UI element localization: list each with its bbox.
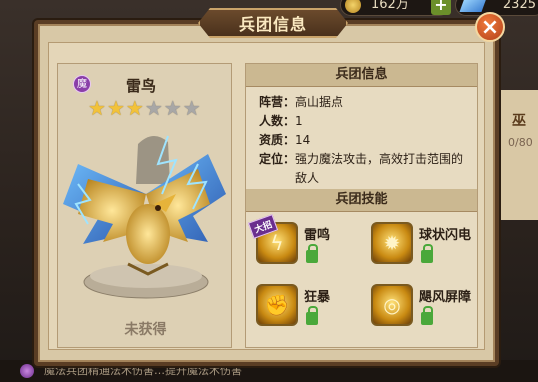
resource-bar: 162万 + 2325 xyxy=(330,0,538,20)
skill-name: 飓风屏障 xyxy=(419,290,472,305)
info-value: 14 xyxy=(295,133,311,147)
skills-section-header: 兵团技能 xyxy=(246,189,477,212)
info-lines: 阵营： 高山据点 人数： 1 资质： 14 定位： 强力魔法攻击，高效打击范围的… xyxy=(259,93,469,188)
ball-lightning-icon: ✹ xyxy=(371,222,413,264)
lock-icon xyxy=(421,244,433,263)
info-key: 阵营： xyxy=(259,95,296,109)
info-value: 高山据点 xyxy=(295,95,344,109)
lock-icon xyxy=(306,244,318,263)
unit-info-dialog: 兵团信息 × 魔 雷鸟 ★ ★ ★ ★ ★ ★ 未获得 兵团信息 阵营： 高山据… xyxy=(34,8,505,366)
gem-icon xyxy=(459,0,487,12)
tornado-shield-icon: ◎ xyxy=(371,284,413,326)
gold-amount: 162万 xyxy=(371,0,409,12)
info-line-faction: 阵营： 高山据点 xyxy=(259,93,469,112)
add-gold-button[interactable]: + xyxy=(431,0,451,15)
gold-coin-icon xyxy=(345,0,361,13)
skill-name: 狂暴 xyxy=(304,290,331,305)
dialog-body: 魔 雷鸟 ★ ★ ★ ★ ★ ★ 未获得 兵团信息 阵营： 高山据点 人数： 1… xyxy=(48,42,485,350)
info-key: 定位： xyxy=(259,152,296,166)
star-filled-icon: ★ xyxy=(106,96,125,120)
skill-slot[interactable]: ◎ 飓风屏障 xyxy=(371,284,481,334)
background-side-panel: 巫 0/80 xyxy=(496,90,538,220)
star-empty-icon: ★ xyxy=(163,96,182,120)
skill-name: 雷鸣 xyxy=(304,228,331,243)
close-button[interactable]: × xyxy=(475,12,505,42)
gem-amount: 2325 xyxy=(502,0,536,12)
skill-name: 球状闪电 xyxy=(419,228,472,243)
star-filled-icon: ★ xyxy=(88,96,106,120)
unit-portrait-card: 魔 雷鸟 ★ ★ ★ ★ ★ ★ 未获得 xyxy=(57,63,232,348)
info-line-aptitude: 资质： 14 xyxy=(259,131,469,150)
star-empty-icon: ★ xyxy=(144,96,163,120)
info-value: 1 xyxy=(295,114,303,128)
fist-icon: ✊ xyxy=(256,284,298,326)
info-key: 人数： xyxy=(259,114,296,128)
skill-slot[interactable]: ϟ 大招 雷鸣 xyxy=(247,214,366,272)
magic-orb-icon xyxy=(20,364,34,378)
info-line-role: 定位： 强力魔法攻击，高效打击范围的敌人 xyxy=(259,150,469,188)
star-filled-icon: ★ xyxy=(125,96,144,120)
faction-badge: 魔 xyxy=(73,75,91,93)
unit-status: 未获得 xyxy=(124,322,167,338)
info-section-header: 兵团信息 xyxy=(246,64,477,87)
lock-icon xyxy=(306,306,318,325)
info-key: 资质： xyxy=(259,133,296,147)
skill-slot[interactable]: ✊ 狂暴 xyxy=(256,284,366,334)
side-count: 0/80 xyxy=(508,136,533,149)
unit-info-panel: 兵团信息 阵营： 高山据点 人数： 1 资质： 14 定位： 强力魔法攻击，高效… xyxy=(245,63,478,348)
star-empty-icon: ★ xyxy=(182,96,201,120)
skill-slot[interactable]: ✹ 球状闪电 xyxy=(371,222,481,272)
star-rating: ★ ★ ★ ★ ★ ★ xyxy=(88,98,201,118)
side-label: 巫 xyxy=(512,113,526,129)
gold-counter: 162万 + xyxy=(340,0,451,16)
info-value: 强力魔法攻击，高效打击范围的敌人 xyxy=(295,152,464,185)
thunderbird-illustration xyxy=(63,135,226,299)
lock-icon xyxy=(421,306,433,325)
unit-name: 雷鸟 xyxy=(126,77,157,95)
info-line-count: 人数： 1 xyxy=(259,112,469,131)
dialog-title: 兵团信息 xyxy=(198,8,348,38)
